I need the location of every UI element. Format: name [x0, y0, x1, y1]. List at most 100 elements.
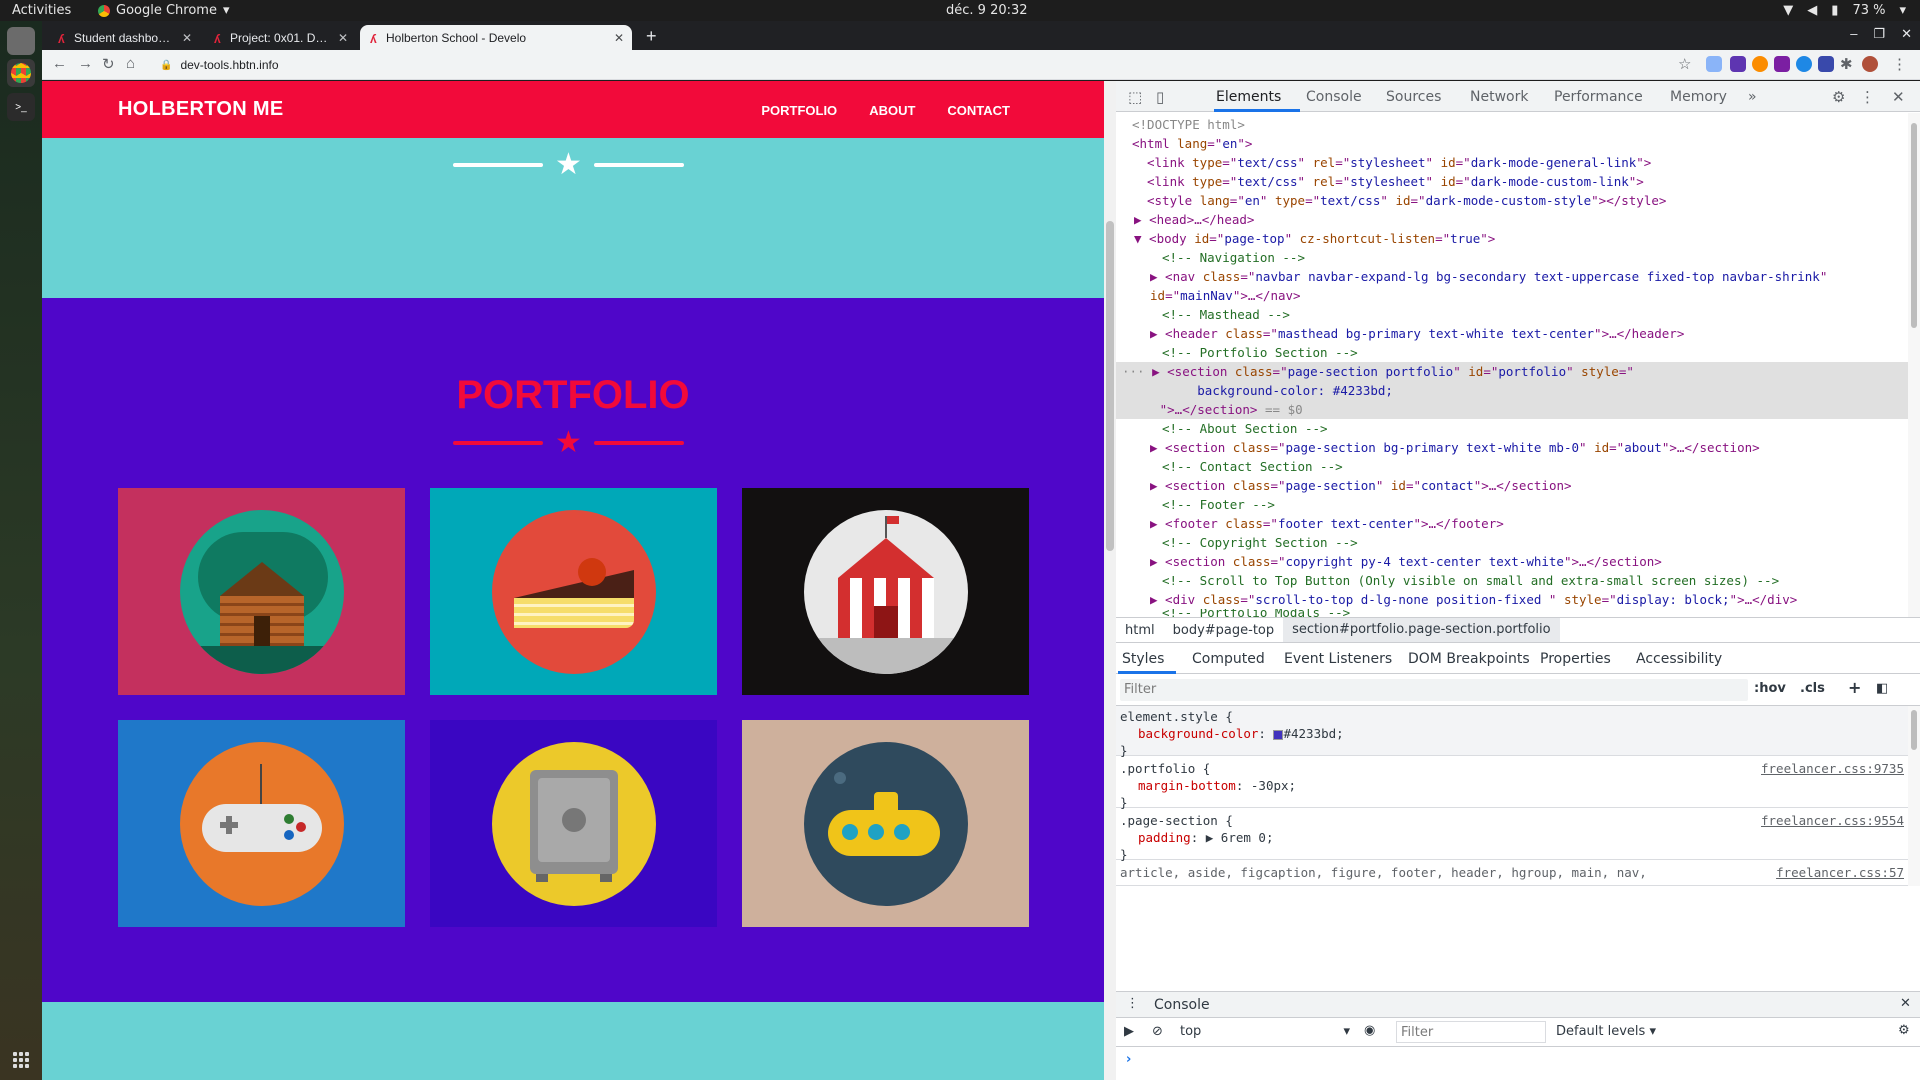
dom-header[interactable]: ▶ <header class="masthead bg-primary tex… [1116, 324, 1908, 343]
app-menu[interactable]: Google Chrome ▾ [98, 3, 230, 18]
dom-nav-id[interactable]: id="mainNav">…</nav> [1116, 286, 1908, 305]
dom-comment-contact[interactable]: <!-- Contact Section --> [1116, 457, 1908, 476]
site-brand[interactable]: HOLBERTON ME [118, 98, 283, 121]
close-drawer-icon[interactable]: ✕ [1900, 996, 1911, 1011]
extension-icon[interactable] [1796, 56, 1812, 72]
console-prompt[interactable]: › [1126, 1052, 1131, 1067]
tab-memory[interactable]: Memory [1670, 89, 1727, 105]
close-devtools-icon[interactable]: ✕ [1892, 88, 1905, 106]
rule-source-link[interactable]: freelancer.css:9554 [1761, 812, 1904, 829]
extension-icon[interactable] [1818, 56, 1834, 72]
dom-link-custom[interactable]: <link type="text/css" rel="stylesheet" i… [1116, 172, 1908, 191]
more-tabs-icon[interactable]: » [1748, 89, 1757, 105]
close-icon[interactable]: ✕ [182, 31, 192, 45]
portfolio-item-circus[interactable] [742, 488, 1029, 695]
extension-icon[interactable] [1706, 56, 1722, 72]
tab-elements[interactable]: Elements [1216, 89, 1281, 105]
subtab-dom-breakpoints[interactable]: DOM Breakpoints [1408, 651, 1530, 667]
dom-scrollbar[interactable] [1908, 113, 1920, 617]
console-filter-input[interactable]: Filter [1396, 1021, 1546, 1043]
rule-declaration[interactable]: background-color: #4233bd; [1120, 725, 1904, 742]
dom-comment-scroll[interactable]: <!-- Scroll to Top Button (Only visible … [1116, 571, 1908, 590]
close-icon[interactable]: ✕ [614, 31, 624, 45]
dom-nav[interactable]: ▶ <nav class="navbar navbar-expand-lg bg… [1116, 267, 1908, 286]
devtools-menu-icon[interactable]: ⋮ [1860, 88, 1875, 106]
nav-link-about[interactable]: ABOUT [869, 103, 915, 118]
drawer-menu-icon[interactable]: ⋮ [1126, 996, 1139, 1011]
rule-declaration[interactable]: padding: ▶ 6rem 0; [1120, 829, 1904, 846]
clear-console-icon[interactable]: ⊘ [1152, 1024, 1163, 1039]
avatar[interactable] [1862, 56, 1878, 72]
breadcrumb-body[interactable]: body#page-top [1164, 623, 1284, 638]
address-bar[interactable]: 🔒 dev-tools.hbtn.info [160, 53, 1720, 77]
styles-scrollbar[interactable] [1908, 706, 1920, 886]
inspect-element-icon[interactable]: ⬚ [1128, 88, 1142, 106]
live-expression-eye-icon[interactable]: ◉ [1364, 1023, 1375, 1038]
forward-icon[interactable]: → [78, 55, 93, 72]
context-select[interactable]: top ▾ [1180, 1024, 1350, 1039]
dom-footer[interactable]: ▶ <footer class="footer text-center">…</… [1116, 514, 1908, 533]
tab-student-dashboard[interactable]: ʎ Student dashboard | Holb ✕ [48, 25, 200, 50]
dom-div-scroll-to-top[interactable]: ▶ <div class="scroll-to-top d-lg-none po… [1116, 590, 1908, 609]
terminal-icon[interactable]: >_ [7, 93, 35, 121]
dom-doctype[interactable]: <!DOCTYPE html> [1116, 115, 1908, 134]
sidebar-toggle-icon[interactable]: ▶ [1124, 1024, 1134, 1039]
scrollbar-thumb[interactable] [1106, 221, 1114, 551]
dom-comment-masthead[interactable]: <!-- Masthead --> [1116, 305, 1908, 324]
dom-style[interactable]: <style lang="en" type="text/css" id="dar… [1116, 191, 1908, 210]
device-toolbar-icon[interactable]: ▯ [1156, 88, 1164, 106]
portfolio-item-submarine[interactable] [742, 720, 1029, 927]
menu-kebab-icon[interactable]: ⋮ [1892, 55, 1907, 73]
clock[interactable]: déc. 9 20:32 [946, 3, 1028, 18]
nav-link-portfolio[interactable]: PORTFOLIO [761, 103, 837, 118]
rule-source-link[interactable]: freelancer.css:57 [1776, 864, 1904, 881]
activities-button[interactable]: Activities [12, 3, 71, 18]
subtab-computed[interactable]: Computed [1192, 651, 1265, 667]
rule-page-section[interactable]: .page-section { freelancer.css:9554 padd… [1116, 810, 1908, 862]
portfolio-item-game-controller[interactable] [118, 720, 405, 927]
dom-html-open[interactable]: <html lang="en"> [1116, 134, 1908, 153]
dom-comment-portfolio[interactable]: <!-- Portfolio Section --> [1116, 343, 1908, 362]
scrollbar-thumb[interactable] [1911, 123, 1917, 328]
dom-link-general[interactable]: <link type="text/css" rel="stylesheet" i… [1116, 153, 1908, 172]
tab-sources[interactable]: Sources [1386, 89, 1441, 105]
tab-console[interactable]: Console [1306, 89, 1362, 105]
styles-filter-input[interactable]: Filter [1120, 679, 1748, 701]
dom-section-about[interactable]: ▶ <section class="page-section bg-primar… [1116, 438, 1908, 457]
rule-html5-elements[interactable]: article, aside, figcaption, figure, foot… [1116, 862, 1908, 886]
chrome-dock-icon[interactable] [7, 59, 35, 87]
reload-icon[interactable]: ↻ [102, 55, 115, 73]
dom-section-portfolio-selected[interactable]: ··· ▶ <section class="page-section portf… [1116, 362, 1908, 419]
back-icon[interactable]: ← [52, 55, 67, 72]
cls-toggle[interactable]: .cls [1800, 681, 1825, 696]
dom-comment-modals[interactable]: <!-- Portfolio Modals --> [1116, 609, 1908, 617]
extension-icon[interactable] [1730, 56, 1746, 72]
subtab-styles[interactable]: Styles [1122, 651, 1164, 667]
subtab-event-listeners[interactable]: Event Listeners [1284, 651, 1392, 667]
dom-section-copyright[interactable]: ▶ <section class="copyright py-4 text-ce… [1116, 552, 1908, 571]
scrollbar-thumb[interactable] [1911, 710, 1917, 750]
color-swatch[interactable] [1273, 729, 1284, 740]
dom-comment-nav[interactable]: <!-- Navigation --> [1116, 248, 1908, 267]
dom-comment-copyright[interactable]: <!-- Copyright Section --> [1116, 533, 1908, 552]
rule-declaration[interactable]: margin-bottom: -30px; [1120, 777, 1904, 794]
hov-toggle[interactable]: :hov [1754, 681, 1786, 696]
portfolio-item-safe[interactable] [430, 720, 717, 927]
extension-icon[interactable] [1752, 56, 1768, 72]
home-icon[interactable]: ⌂ [126, 55, 135, 72]
console-settings-gear-icon[interactable]: ⚙ [1898, 1023, 1910, 1038]
dom-comment-about[interactable]: <!-- About Section --> [1116, 419, 1908, 438]
dom-comment-footer[interactable]: <!-- Footer --> [1116, 495, 1908, 514]
puzzle-icon[interactable]: ✱ [1840, 55, 1853, 73]
nav-link-contact[interactable]: CONTACT [947, 103, 1010, 118]
add-rule-icon[interactable]: + [1848, 678, 1861, 697]
rule-element-style[interactable]: element.style { background-color: #4233b… [1116, 706, 1908, 758]
tab-performance[interactable]: Performance [1554, 89, 1643, 105]
show-apps-icon[interactable] [13, 1052, 29, 1068]
rule-portfolio[interactable]: .portfolio { freelancer.css:9735 margin-… [1116, 758, 1908, 810]
tab-holberton-school[interactable]: ʎ Holberton School - Develo ✕ [360, 25, 632, 50]
console-drawer-tab[interactable]: Console [1154, 997, 1210, 1013]
breadcrumb-section[interactable]: section#portfolio.page-section.portfolio [1283, 618, 1560, 642]
settings-gear-icon[interactable]: ⚙ [1832, 88, 1845, 106]
log-levels-select[interactable]: Default levels ▾ [1556, 1024, 1656, 1039]
